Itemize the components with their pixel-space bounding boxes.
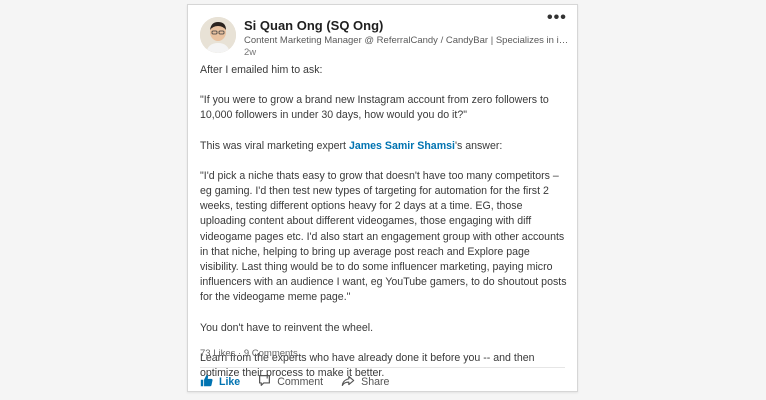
mention-link[interactable]: James Samir Shamsi <box>349 140 455 152</box>
post-paragraph: "I'd pick a niche thats easy to grow tha… <box>200 169 567 304</box>
share-label: Share <box>361 376 390 388</box>
like-button[interactable]: Like <box>200 374 240 390</box>
like-label: Like <box>219 376 241 388</box>
post-paragraph: After I emailed him to ask: <box>200 64 323 76</box>
post-header: Si Quan Ong (SQ Ong) Content Marketing M… <box>200 10 572 58</box>
comment-label: Comment <box>277 376 324 388</box>
divider <box>200 367 565 368</box>
author-name[interactable]: Si Quan Ong (SQ Ong) <box>244 18 383 33</box>
post-paragraph: You don't have to reinvent the wheel. <box>200 321 374 334</box>
count-separator: · <box>235 348 244 359</box>
more-options-icon[interactable]: ••• <box>547 10 567 26</box>
share-button[interactable]: Share <box>341 374 389 390</box>
post-card: Si Quan Ong (SQ Ong) Content Marketing M… <box>187 4 578 392</box>
author-avatar[interactable] <box>200 17 236 53</box>
likes-count[interactable]: 73 Likes <box>200 348 235 359</box>
post-timestamp: 2w <box>244 47 257 58</box>
comment-icon <box>258 374 271 390</box>
thumbs-up-icon <box>200 374 213 390</box>
social-counts: 73 Likes · 9 Comments <box>200 348 298 359</box>
post-body: After I emailed him to ask: "If you were… <box>200 63 568 396</box>
comments-count[interactable]: 9 Comments <box>244 348 298 359</box>
author-headline: Content Marketing Manager @ ReferralCand… <box>244 35 572 46</box>
action-bar: Like Comment Share <box>200 373 407 391</box>
comment-button[interactable]: Comment <box>258 374 323 390</box>
share-arrow-icon <box>341 374 355 390</box>
post-paragraph: This was viral marketing expert James Sa… <box>200 139 568 154</box>
avatar-image <box>200 17 236 53</box>
post-paragraph: "If you were to grow a brand new Instagr… <box>200 94 549 122</box>
post-text: 's answer: <box>454 139 503 152</box>
post-text: This was viral marketing expert <box>200 139 349 152</box>
